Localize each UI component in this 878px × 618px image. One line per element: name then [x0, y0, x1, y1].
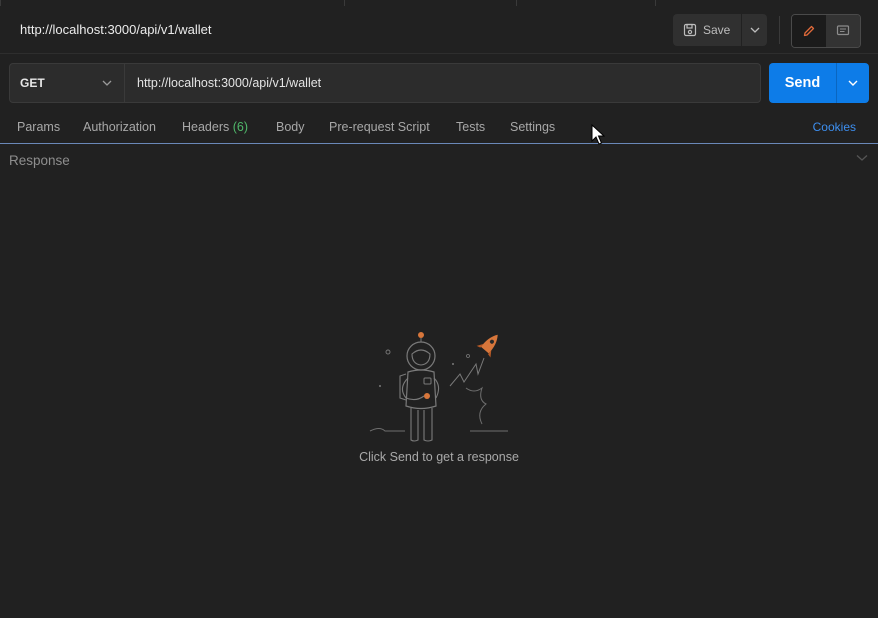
send-dropdown-button[interactable] — [836, 63, 869, 103]
tab-tests[interactable]: Tests — [456, 120, 485, 134]
cookies-link[interactable]: Cookies — [813, 120, 856, 134]
view-mode-toggle — [791, 14, 861, 48]
mouse-cursor-icon — [591, 124, 605, 145]
toolbar-divider — [779, 16, 780, 44]
method-value: GET — [20, 76, 45, 90]
comment-icon — [836, 25, 850, 36]
tab-settings[interactable]: Settings — [510, 120, 555, 134]
save-dropdown-button[interactable] — [742, 14, 767, 46]
astronaut-rocket-illustration — [369, 332, 508, 442]
response-panel-header[interactable]: Response — [0, 145, 878, 175]
response-label: Response — [9, 153, 70, 168]
chevron-down-icon — [848, 80, 858, 86]
url-input[interactable] — [125, 64, 760, 102]
pencil-icon — [803, 25, 815, 37]
request-title[interactable]: http://localhost:3000/api/v1/wallet — [20, 22, 212, 37]
save-label: Save — [703, 23, 731, 37]
send-button[interactable]: Send — [769, 63, 836, 103]
tab-headers[interactable]: Headers (6) — [182, 120, 248, 134]
chevron-down-icon[interactable] — [856, 154, 868, 162]
headers-count-badge: (6) — [232, 120, 249, 134]
floppy-disk-icon — [683, 23, 697, 37]
tab-headers-label: Headers — [182, 120, 230, 134]
save-button[interactable]: Save — [673, 14, 741, 46]
tab-pre-request-script[interactable]: Pre-request Script — [329, 120, 430, 134]
method-select[interactable]: GET — [10, 64, 125, 102]
send-button-group: Send — [769, 63, 869, 103]
chevron-down-icon — [750, 27, 759, 33]
tab-body[interactable]: Body — [276, 120, 305, 134]
comments-button[interactable] — [826, 15, 860, 47]
empty-response-message: Click Send to get a response — [359, 450, 519, 464]
tab-params[interactable]: Params — [17, 120, 60, 134]
tab-authorization[interactable]: Authorization — [83, 120, 156, 134]
chevron-down-icon — [102, 80, 112, 86]
request-url-bar: GET — [9, 63, 761, 103]
request-title-bar: http://localhost:3000/api/v1/wallet Save — [0, 6, 878, 54]
request-tabs: Params Authorization Headers (6) Body Pr… — [0, 112, 878, 144]
edit-mode-button[interactable] — [792, 15, 826, 47]
